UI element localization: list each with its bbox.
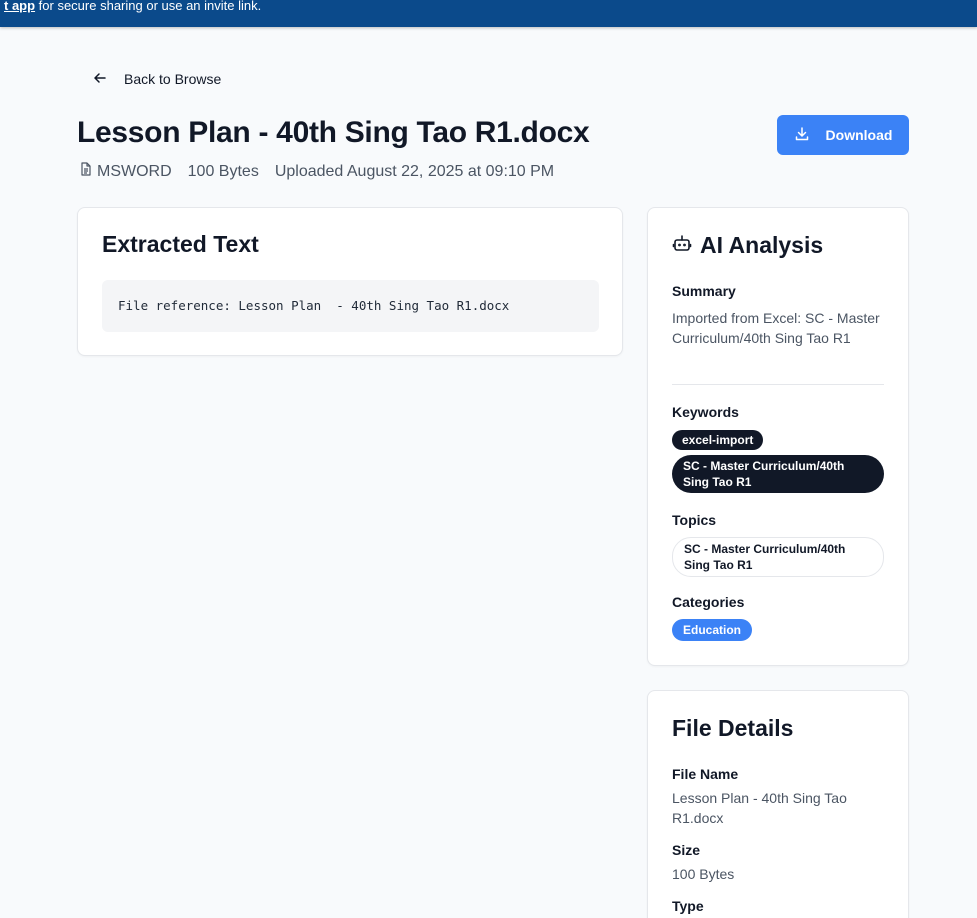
type-label: Type [672,898,704,914]
ai-analysis-card: AI Analysis Summary Imported from Excel:… [647,207,909,666]
upload-date: Uploaded August 22, 2025 at 09:10 PM [274,162,555,180]
file-size: 100 Bytes [187,162,259,180]
file-name-value: Lesson Plan - 40th Sing Tao R1.docx [672,790,847,826]
size-label: Size [672,842,701,858]
notice-banner: t app for secure sharing or use an invit… [0,0,977,27]
bot-icon [672,233,692,258]
banner-text: for secure sharing or use an invite link… [35,0,262,13]
topic-badge: SC - Master Curriculum/40th Sing Tao R1 [672,537,884,577]
file-details-heading: File Details [672,715,794,741]
size-value: 100 Bytes [672,866,735,882]
extracted-text-heading: Extracted Text [102,231,259,257]
ai-analysis-header: AI Analysis [672,232,823,259]
keywords-label: Keywords [672,404,739,420]
extracted-text-content: File reference: Lesson Plan - 40th Sing … [102,280,599,332]
summary-label: Summary [672,283,736,299]
categories-label: Categories [672,594,745,610]
back-label: Back to Browse [124,71,222,87]
back-to-browse-link[interactable]: Back to Browse [92,69,221,89]
document-icon [79,162,93,181]
category-badge: Education [672,619,753,641]
file-type: MSWORD [79,162,172,181]
ai-analysis-heading: AI Analysis [700,232,824,258]
summary-text: Imported from Excel: SC - Master Curricu… [672,310,880,346]
download-button[interactable]: Download [777,115,909,155]
arrow-left-icon [92,70,108,89]
download-label: Download [825,127,893,143]
file-details-card: File Details File Name Lesson Plan - 40t… [647,690,909,918]
keyword-badge: SC - Master Curriculum/40th Sing Tao R1 [672,455,884,493]
file-type-label: MSWORD [97,162,172,180]
topics-label: Topics [672,512,717,528]
keyword-badge: excel-import [672,430,764,450]
download-icon [794,126,810,145]
file-meta: MSWORD 100 Bytes Uploaded August 22, 202… [79,162,554,181]
banner-app-link[interactable]: t app [4,0,35,13]
file-name-label: File Name [672,766,739,782]
divider [672,384,884,385]
page-title: Lesson Plan - 40th Sing Tao R1.docx [77,116,590,149]
extracted-text-card: Extracted Text File reference: Lesson Pl… [77,207,623,356]
